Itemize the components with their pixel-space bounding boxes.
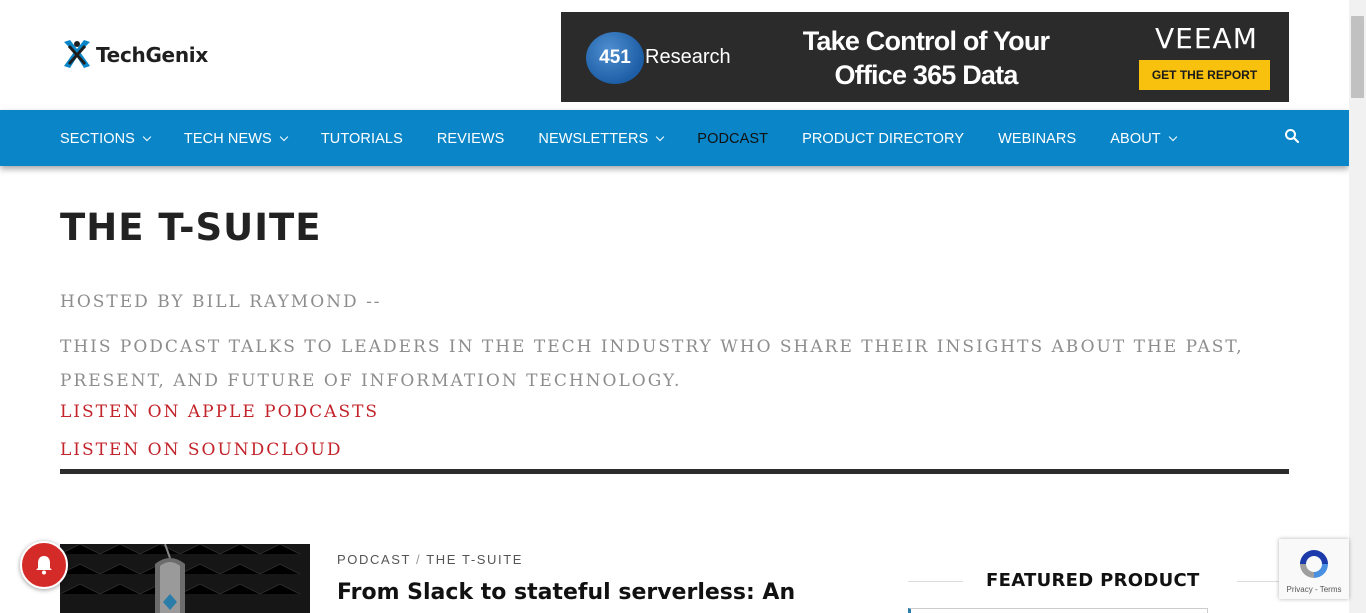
microphone-image: [60, 544, 310, 613]
nav-item-label: PRODUCT DIRECTORY: [802, 131, 965, 147]
nav-item-label: NEWSLETTERS: [538, 131, 649, 147]
nav-item-podcast[interactable]: PODCAST: [697, 129, 768, 147]
article-thumbnail[interactable]: [60, 544, 310, 613]
nav-item-webinars[interactable]: WEBINARS: [998, 129, 1076, 147]
ad-451-badge: 451: [586, 32, 644, 84]
techgenix-logo[interactable]: TechGenix: [60, 36, 208, 74]
chevron-down-icon: [279, 132, 289, 142]
recaptcha-icon: [1300, 550, 1328, 578]
page-title: THE T-SUITE: [60, 206, 322, 249]
nav-item-label: PODCAST: [697, 131, 769, 147]
recaptcha-links[interactable]: Privacy - Terms: [1279, 585, 1349, 594]
nav-item-newsletters[interactable]: NEWSLETTERS: [538, 129, 665, 147]
nav-item-label: ABOUT: [1110, 131, 1161, 147]
breadcrumb-separator: /: [416, 552, 422, 567]
listen-soundcloud-link[interactable]: LISTEN ON SOUNDCLOUD: [60, 440, 343, 460]
ad-brand-logo: VEEAM: [1155, 22, 1258, 55]
notification-bell-button[interactable]: [20, 541, 68, 589]
logo-mark-icon: [64, 40, 90, 68]
ad-banner[interactable]: 451 Research Take Control of Your Office…: [561, 12, 1289, 102]
chevron-down-icon: [1168, 132, 1177, 142]
nav-item-sections[interactable]: SECTIONS: [60, 129, 152, 147]
breadcrumb-t-suite[interactable]: THE T-SUITE: [426, 552, 523, 567]
chevron-down-icon: [142, 132, 152, 142]
article-title[interactable]: From Slack to stateful serverless: An: [337, 578, 857, 608]
podcast-description: THIS PODCAST TALKS TO LEADERS IN THE TEC…: [60, 337, 1244, 391]
ad-research-label: Research: [645, 46, 731, 68]
bell-icon: [36, 556, 52, 575]
nav-list: SECTIONS TECH NEWS TUTORIALS REVIEWS NEW…: [60, 110, 1210, 166]
nav-item-about[interactable]: ABOUT: [1110, 129, 1177, 147]
logo-text: TechGenix: [96, 43, 208, 67]
site-header: TechGenix 451 Research Take Control of Y…: [0, 0, 1349, 110]
featured-product-heading: FEATURED PRODUCT: [986, 570, 1200, 591]
ad-get-report-button[interactable]: GET THE REPORT: [1139, 60, 1270, 90]
featured-product-box[interactable]: [908, 608, 1208, 613]
search-icon[interactable]: [1284, 128, 1300, 144]
host-line: HOSTED BY BILL RAYMOND --: [60, 292, 382, 312]
featured-divider-left: [908, 581, 963, 582]
nav-item-label: WEBINARS: [998, 131, 1077, 147]
article-breadcrumb: PODCAST / THE T-SUITE: [337, 552, 523, 567]
main-nav: SECTIONS TECH NEWS TUTORIALS REVIEWS NEW…: [0, 110, 1349, 166]
nav-item-label: SECTIONS: [60, 131, 135, 147]
recaptcha-badge[interactable]: Privacy - Terms: [1279, 539, 1349, 599]
ad-headline: Take Control of Your Office 365 Data: [802, 26, 1050, 90]
nav-item-tech-news[interactable]: TECH NEWS: [183, 129, 289, 147]
nav-item-product-directory[interactable]: PRODUCT DIRECTORY: [802, 129, 964, 147]
nav-item-label: REVIEWS: [436, 131, 505, 147]
chevron-down-icon: [656, 132, 665, 142]
nav-item-tutorials[interactable]: TUTORIALS: [321, 129, 403, 147]
breadcrumb-podcast[interactable]: PODCAST: [337, 552, 411, 567]
scrollbar-thumb[interactable]: [1351, 16, 1364, 98]
page-scrollbar[interactable]: [1349, 0, 1366, 613]
nav-item-label: TECH NEWS: [183, 131, 272, 147]
listen-apple-podcasts-link[interactable]: LISTEN ON APPLE PODCASTS: [60, 402, 379, 422]
nav-item-label: TUTORIALS: [320, 131, 403, 147]
nav-item-reviews[interactable]: REVIEWS: [437, 129, 505, 147]
section-divider: [60, 469, 1289, 474]
